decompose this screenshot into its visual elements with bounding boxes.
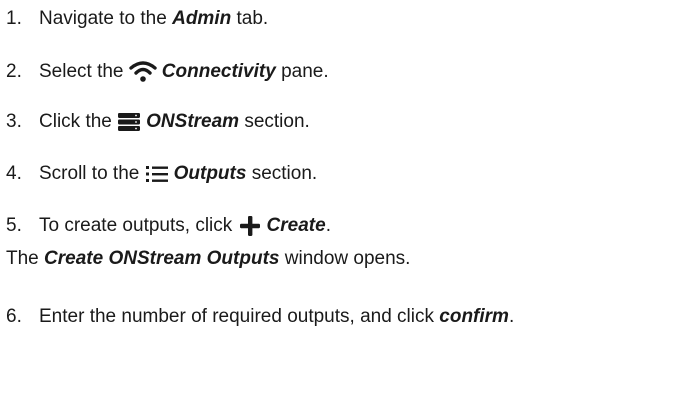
step-text-suffix: section. (239, 111, 310, 132)
step-5: 5. To create outputs, click Create . (0, 215, 331, 237)
step-text: Scroll to the (39, 163, 145, 184)
window-name-label: Create ONStream Outputs (44, 248, 280, 269)
step-number: 2. (6, 61, 22, 82)
step-text-suffix: tab. (231, 8, 269, 29)
step-text: Enter the number of required outputs, an… (39, 306, 440, 327)
step-4: 4. Scroll to the Outputs section. (0, 163, 317, 185)
create-button-label: Create (266, 215, 326, 236)
step-text: Select the (39, 61, 129, 82)
step-2: 2. Select the Connectivity pane. (0, 60, 329, 84)
step-number: 3. (6, 111, 22, 132)
step-text-suffix: . (325, 215, 331, 236)
note-text: The (6, 248, 45, 269)
server-stack-icon (117, 112, 141, 132)
step-number: 5. (6, 215, 22, 236)
step-text: Navigate to the (39, 8, 173, 29)
result-note: The Create ONStream Outputs window opens… (6, 248, 410, 270)
step-text-suffix: . (508, 306, 515, 327)
step-3: 3. Click the ONStream section. (0, 111, 310, 133)
plus-icon (238, 215, 262, 237)
step-number: 6. (6, 306, 22, 327)
step-text-suffix: section. (246, 163, 318, 184)
step-number: 1. (6, 8, 22, 29)
confirm-button-label: confirm (439, 306, 509, 327)
outputs-section-label: Outputs (173, 163, 247, 184)
admin-tab-label: Admin (172, 8, 232, 29)
onstream-section-label: ONStream (146, 111, 240, 132)
step-6: 6. Enter the number of required outputs,… (0, 306, 514, 328)
step-text: Click the (39, 111, 118, 132)
connectivity-pane-label: Connectivity (161, 61, 276, 82)
step-text: To create outputs, click (39, 215, 238, 236)
step-text-suffix: pane. (275, 61, 329, 82)
step-number: 4. (6, 163, 22, 184)
note-text-suffix: window opens. (279, 248, 411, 269)
list-icon (145, 164, 169, 184)
step-1: 1. Navigate to the Admin tab. (0, 8, 268, 30)
wifi-icon (129, 60, 157, 84)
